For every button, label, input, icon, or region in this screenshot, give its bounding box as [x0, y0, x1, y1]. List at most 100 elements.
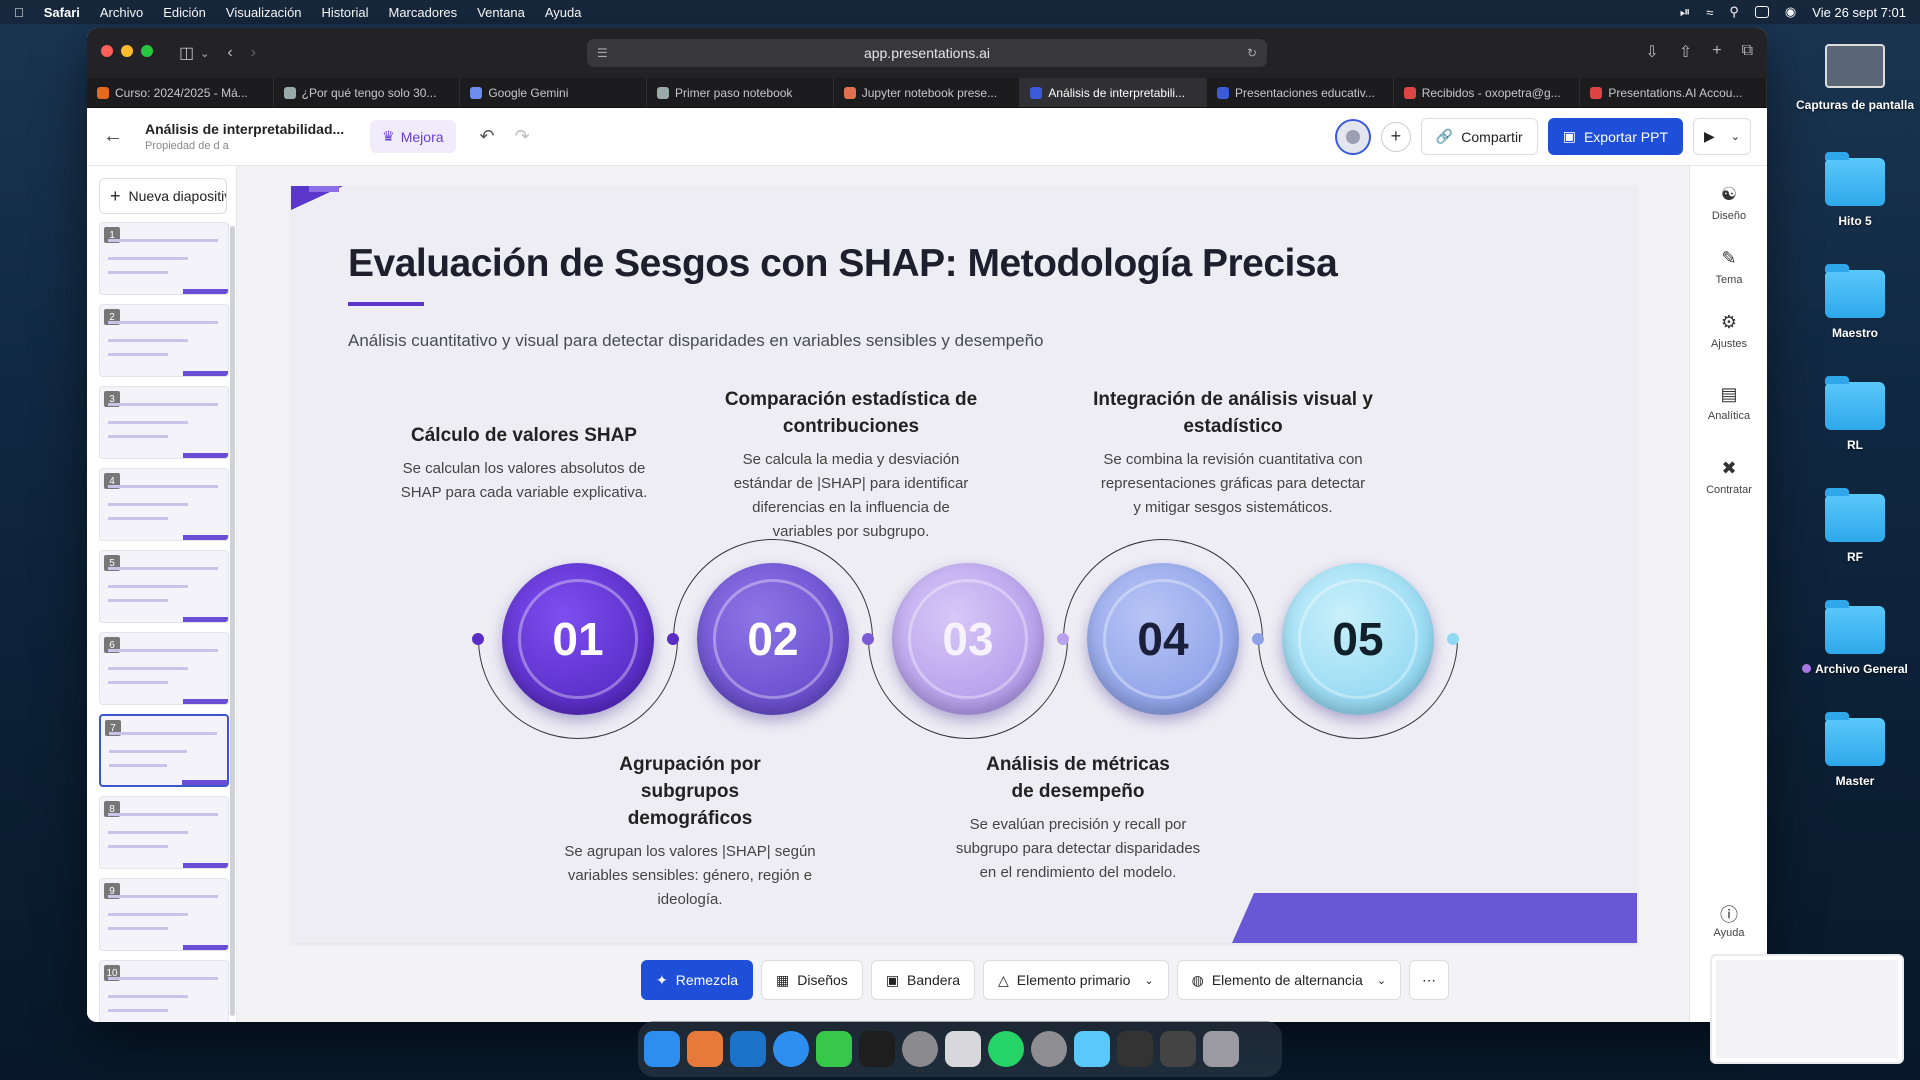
slide-thumbnail[interactable]: 1: [99, 222, 229, 295]
remezcla-button[interactable]: ✦ Remezcla: [641, 960, 753, 1000]
system-settings-icon[interactable]: [902, 1031, 938, 1067]
avatar[interactable]: [1334, 118, 1371, 155]
play-status-icon[interactable]: ⏯: [1680, 4, 1690, 20]
slide-thumbnail[interactable]: 10: [99, 960, 229, 1022]
bandera-button[interactable]: ▣ Bandera: [870, 960, 975, 1000]
redo-icon[interactable]: ↷: [515, 126, 530, 147]
document-title[interactable]: Análisis de interpretabilidad...: [145, 121, 344, 137]
elemento-alternancia-dropdown[interactable]: ◍ Elemento de alternancia ⌄: [1176, 960, 1402, 1000]
slide-thumbnail[interactable]: 4: [99, 468, 229, 541]
menu-ventana[interactable]: Ventana: [477, 5, 525, 20]
browser-tab[interactable]: Presentations.AI Accou...: [1580, 78, 1767, 107]
new-tab-icon[interactable]: +: [1712, 42, 1721, 62]
launchpad-icon[interactable]: [687, 1031, 723, 1067]
desktop-item-maestro[interactable]: Maestro: [1795, 264, 1915, 340]
desktop-item-rf[interactable]: RF: [1795, 488, 1915, 564]
trash-icon[interactable]: [1203, 1031, 1239, 1067]
step-3-text[interactable]: Comparación estadística de contribucione…: [691, 386, 1011, 544]
slide-thumbnail[interactable]: 3: [99, 386, 229, 459]
slide-title[interactable]: Evaluación de Sesgos con SHAP: Metodolog…: [348, 242, 1338, 286]
desktop-item-capturas[interactable]: Capturas de pantalla: [1795, 44, 1915, 112]
ajustes-tool[interactable]: ⚙ Ajustes: [1690, 312, 1767, 350]
desktop-item-archivo-general[interactable]: Archivo General: [1795, 600, 1915, 676]
new-slide-button[interactable]: + Nueva diapositiva: [99, 178, 227, 214]
analitica-tool[interactable]: ▤ Analítica: [1690, 384, 1767, 422]
reload-icon[interactable]: ↻: [1247, 46, 1257, 60]
step-5-text[interactable]: Integración de análisis visual y estadís…: [1078, 386, 1388, 520]
browser-tab[interactable]: Recibidos - oxopetra@g...: [1394, 78, 1581, 107]
sidebar-toggle-icon[interactable]: ◫: [179, 43, 194, 63]
recent-app-icon[interactable]: [1117, 1031, 1153, 1067]
slide[interactable]: Evaluación de Sesgos con SHAP: Metodolog…: [291, 186, 1637, 943]
clock[interactable]: Vie 26 sept 7:01: [1812, 5, 1906, 20]
download-icon[interactable]: ⇩: [1645, 42, 1658, 62]
browser-tab[interactable]: Jupyter notebook prese...: [834, 78, 1021, 107]
menu-app-name[interactable]: Safari: [44, 5, 80, 20]
chevron-down-icon[interactable]: ⌄: [200, 47, 209, 60]
undo-icon[interactable]: ↶: [480, 126, 495, 147]
desktop-item-master[interactable]: Master: [1795, 712, 1915, 788]
browser-tab[interactable]: ¿Por qué tengo solo 30...: [274, 78, 461, 107]
step-2-text[interactable]: Agrupación por subgrupos demográficos Se…: [545, 751, 835, 912]
contratar-tool[interactable]: ✖ Contratar: [1690, 458, 1767, 496]
page-settings-icon[interactable]: ☰: [597, 46, 608, 60]
finder-icon[interactable]: [644, 1031, 680, 1067]
safari-icon[interactable]: [773, 1031, 809, 1067]
step-4-text[interactable]: Análisis de métricas de desempeño Se eva…: [933, 751, 1223, 885]
downloads-folder-icon[interactable]: [1074, 1031, 1110, 1067]
terminal-icon[interactable]: [859, 1031, 895, 1067]
menu-visualizacion[interactable]: Visualización: [226, 5, 302, 20]
browser-tab[interactable]: Google Gemini: [460, 78, 648, 107]
slide-thumbnail[interactable]: 8: [99, 796, 229, 869]
menu-edicion[interactable]: Edición: [163, 5, 206, 20]
slide-subtitle[interactable]: Análisis cuantitativo y visual para dete…: [348, 331, 1044, 351]
step-1-number[interactable]: 01: [502, 563, 654, 715]
control-center-icon[interactable]: [1754, 6, 1769, 18]
slide-thumbnail[interactable]: 6: [99, 632, 229, 705]
forward-icon[interactable]: ›: [251, 44, 256, 62]
more-options-button[interactable]: ⋯: [1409, 960, 1450, 1000]
step-2-number[interactable]: 02: [697, 563, 849, 715]
whatsapp-icon[interactable]: [988, 1031, 1024, 1067]
add-collaborator-button[interactable]: +: [1380, 121, 1411, 152]
ayuda-tool[interactable]: ⓘ Ayuda: [1690, 901, 1767, 939]
apple-icon[interactable]: : [14, 5, 24, 20]
recent-app-icon[interactable]: [1160, 1031, 1196, 1067]
wifi-icon[interactable]: ≈: [1706, 5, 1713, 20]
back-arrow-icon[interactable]: ←: [103, 125, 133, 148]
tab-overview-icon[interactable]: ⧉: [1742, 42, 1753, 62]
diseno-tool[interactable]: ☯ Diseño: [1690, 184, 1767, 222]
address-bar[interactable]: ☰ app.presentations.ai ↻: [587, 39, 1267, 67]
vscode-icon[interactable]: [730, 1031, 766, 1067]
slide-thumbnail[interactable]: 7: [99, 714, 229, 787]
zoom-button[interactable]: [141, 45, 153, 57]
share-button[interactable]: 🔗 Compartir: [1420, 118, 1538, 155]
slide-thumbnail[interactable]: 9: [99, 878, 229, 951]
slide-thumbnail[interactable]: 2: [99, 304, 229, 377]
search-icon[interactable]: ⚲: [1729, 4, 1739, 20]
menu-archivo[interactable]: Archivo: [100, 5, 143, 20]
step-1-text[interactable]: Cálculo de valores SHAP Se calculan los …: [379, 422, 669, 505]
facetime-icon[interactable]: [816, 1031, 852, 1067]
close-button[interactable]: [101, 45, 113, 57]
browser-tab[interactable]: Presentaciones educativ...: [1207, 78, 1394, 107]
elemento-primario-dropdown[interactable]: △ Elemento primario ⌄: [982, 960, 1169, 1000]
menu-historial[interactable]: Historial: [322, 5, 369, 20]
disenos-button[interactable]: ▦ Diseños: [760, 960, 863, 1000]
tema-tool[interactable]: ✎ Tema: [1690, 248, 1767, 286]
slide-thumbnail[interactable]: 5: [99, 550, 229, 623]
preview-icon[interactable]: [945, 1031, 981, 1067]
export-ppt-button[interactable]: ▣ Exportar PPT: [1547, 118, 1683, 155]
tex-icon[interactable]: [1031, 1031, 1067, 1067]
step-3-number[interactable]: 03: [892, 563, 1044, 715]
browser-tab[interactable]: Análisis de interpretabili...: [1020, 78, 1208, 107]
browser-tab[interactable]: Primer paso notebook: [647, 78, 834, 107]
screenshot-preview[interactable]: [1710, 954, 1904, 1064]
desktop-item-hito5[interactable]: Hito 5: [1795, 152, 1915, 228]
mejora-button[interactable]: ♛ Mejora: [370, 120, 456, 153]
desktop-item-rl[interactable]: RL: [1795, 376, 1915, 452]
siri-icon[interactable]: ◉: [1785, 4, 1796, 20]
scrollbar[interactable]: [230, 226, 235, 1016]
back-icon[interactable]: ‹: [227, 44, 232, 62]
step-5-number[interactable]: 05: [1282, 563, 1434, 715]
